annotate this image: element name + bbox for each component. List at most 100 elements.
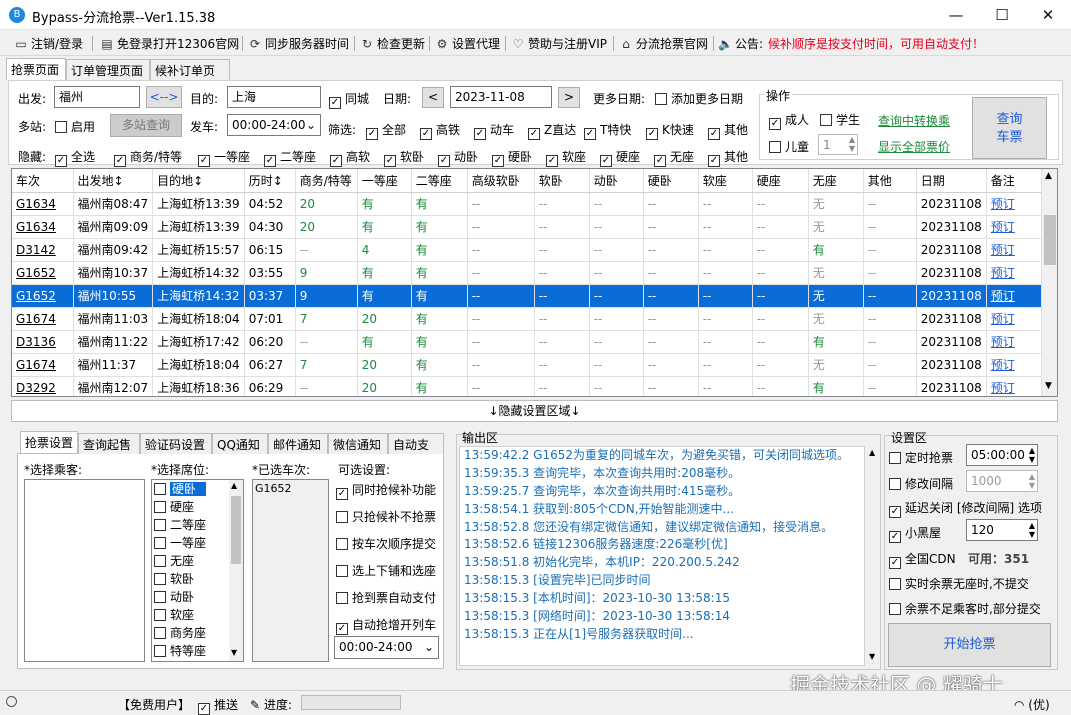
seat-list[interactable]: 硬卧 硬座 二等座 一等座 无座 软卧 动卧 软座 商务座 特等座 ▲ ▼	[151, 479, 244, 662]
hide-motor-sleeper-checkbox[interactable]: ✓ 动卧	[438, 148, 478, 167]
menu-login[interactable]: ▭ 注销/登录	[14, 35, 83, 52]
train-number-link[interactable]: G1652	[12, 284, 74, 308]
filter-other-checkbox[interactable]: ✓ 其他	[708, 121, 748, 140]
hide-standing-checkbox[interactable]: ✓ 无座	[654, 148, 694, 167]
table-row[interactable]: G1674 福州11:37 上海虹桥18:04 06:27 7 20 有 -- -- -- -- --…	[12, 353, 1045, 377]
filter-dongche-checkbox[interactable]: ✓ 动车	[474, 121, 514, 140]
book-link[interactable]: 预订	[986, 284, 1045, 308]
close-button[interactable]: ✕	[1025, 0, 1071, 30]
book-link[interactable]: 预订	[986, 238, 1045, 262]
column-header[interactable]: 一等座	[357, 169, 412, 193]
hide-hard-seat-checkbox[interactable]: ✓ 硬座	[600, 148, 640, 167]
scroll-thumb[interactable]	[1044, 215, 1056, 265]
book-link[interactable]: 预订	[986, 261, 1045, 285]
tab-orders[interactable]: 订单管理页面	[66, 59, 150, 80]
maximize-button[interactable]: ☐	[979, 0, 1025, 30]
scroll-thumb[interactable]	[231, 496, 241, 564]
filter-z-checkbox[interactable]: ✓ Z直达	[528, 121, 576, 140]
scroll-down-icon[interactable]: ▼	[1045, 381, 1052, 391]
train-number-link[interactable]: D3142	[12, 238, 74, 262]
next-date-button[interactable]: >	[558, 87, 580, 108]
selected-train-list[interactable]: G1652	[252, 479, 329, 662]
table-row[interactable]: G1652 福州10:55 上海虹桥14:32 03:37 9 有有 -- -- -- -- -- -…	[12, 284, 1045, 308]
column-header[interactable]: 其他	[863, 169, 917, 193]
scroll-up-icon[interactable]: ▲	[231, 481, 237, 490]
column-header[interactable]: 动卧	[589, 169, 644, 193]
option-checkbox[interactable]: ✓ 自动抢增开列车	[336, 616, 436, 635]
menu-check-update[interactable]: ↻ 检查更新	[360, 35, 425, 52]
child-checkbox[interactable]: 儿童	[769, 138, 809, 155]
from-input[interactable]: 福州	[54, 86, 140, 108]
auto-extra-time-select[interactable]: 00:00-24:00 ⌄	[334, 636, 439, 659]
column-header[interactable]: 软卧	[534, 169, 590, 193]
swap-button[interactable]: <-->	[146, 86, 182, 108]
table-row[interactable]: G1634 福州南08:47 上海虹桥13:39 04:52 20 有有 -- -- -- -- -…	[12, 192, 1045, 216]
hidden-settings-toggle[interactable]: ↓隐藏设置区域↓	[11, 400, 1058, 422]
tab-qq[interactable]: QQ通知	[212, 433, 268, 454]
hide-soft-seat-checkbox[interactable]: ✓ 软座	[546, 148, 586, 167]
tab-auto-pay[interactable]: 自动支付	[388, 433, 444, 469]
depart-time-select[interactable]: 00:00-24:00 ⌄	[227, 114, 321, 136]
menu-sponsor-vip[interactable]: ♡ 赞助与注册VIP	[511, 35, 607, 52]
column-header[interactable]: 软座	[698, 169, 753, 193]
option-checkbox[interactable]: ✓ 同时抢候补功能	[336, 481, 436, 500]
hide-second-class-checkbox[interactable]: ✓ 二等座	[264, 148, 316, 167]
query-tickets-button[interactable]: 查询 车票	[972, 97, 1047, 159]
column-header[interactable]: 车次	[12, 169, 74, 193]
column-header[interactable]: 出发地↕	[73, 169, 154, 193]
tab-email[interactable]: 邮件通知	[268, 433, 328, 454]
student-checkbox[interactable]: 学生	[820, 111, 860, 128]
column-header[interactable]: 目的地↕	[152, 169, 245, 193]
column-header[interactable]: 日期	[916, 169, 987, 193]
menu-proxy[interactable]: ⚙ 设置代理	[435, 35, 500, 52]
scroll-up-icon[interactable]: ▲	[869, 448, 875, 457]
hide-business-checkbox[interactable]: ✓ 商务/特等	[114, 148, 182, 167]
show-all-prices-link[interactable]: 显示全部票价	[878, 138, 950, 155]
hide-soft-sleeper-checkbox[interactable]: ✓ 软卧	[384, 148, 424, 167]
tab-ticket-settings[interactable]: 抢票设置	[20, 431, 78, 453]
interval-input[interactable]: 1000 ▲ ▼	[966, 470, 1038, 492]
train-number-link[interactable]: D3136	[12, 330, 74, 354]
prev-date-button[interactable]: <	[422, 87, 444, 108]
output-log[interactable]: 13:59:42.2 G1652为重复的同城车次，为避免买错，可关闭同城选项。 1…	[459, 446, 865, 666]
tab-query-sale[interactable]: 查询起售	[78, 433, 140, 454]
train-number-link[interactable]: D3292	[12, 376, 74, 396]
tab-ticket[interactable]: 抢票页面	[6, 58, 66, 80]
timed-grab-time-input[interactable]: 05:00:00 ▲ ▼	[966, 444, 1038, 466]
option-checkbox[interactable]: 抢到票自动支付	[336, 589, 436, 606]
hide-high-soft-checkbox[interactable]: ✓ 高软	[330, 148, 370, 167]
book-link[interactable]: 预订	[986, 192, 1045, 216]
option-checkbox[interactable]: 按车次顺序提交	[336, 535, 436, 552]
table-row[interactable]: D3136 福州南11:22 上海虹桥17:42 06:20 -- 有有 -- -- -- -- -…	[12, 330, 1045, 354]
column-header[interactable]: 二等座	[411, 169, 468, 193]
blacklist-checkbox[interactable]: ✓ 小黑屋	[889, 524, 941, 543]
push-checkbox[interactable]: ✓ 推送	[198, 696, 238, 715]
train-number-link[interactable]: G1634	[12, 215, 74, 239]
book-link[interactable]: 预订	[986, 330, 1045, 354]
delay-close-checkbox[interactable]: ✓ 延迟关闭 [修改间隔] 选项	[889, 499, 1042, 518]
book-link[interactable]: 预订	[986, 376, 1045, 396]
filter-all-checkbox[interactable]: ✓ 全部	[366, 121, 406, 140]
table-row[interactable]: D3292 福州南12:07 上海虹桥18:36 06:29 -- 20 有 -- -- -- --…	[12, 376, 1045, 396]
option-checkbox[interactable]: 选上下铺和选座	[336, 562, 436, 579]
minimize-button[interactable]: —	[933, 0, 979, 30]
partial-submit-checkbox[interactable]: 余票不足乘客时,部分提交	[889, 600, 1041, 617]
column-header[interactable]: 高级软卧	[467, 169, 535, 193]
hide-all-checkbox[interactable]: ✓ 全选	[55, 148, 95, 167]
scroll-up-icon[interactable]: ▲	[1045, 171, 1052, 181]
multi-station-enable-checkbox[interactable]: 启用	[55, 118, 95, 135]
national-cdn-checkbox[interactable]: ✓ 全国CDN	[889, 550, 956, 569]
list-item[interactable]: G1652	[253, 480, 328, 498]
hide-hard-sleeper-checkbox[interactable]: ✓ 硬卧	[492, 148, 532, 167]
table-scrollbar[interactable]: ▲ ▼	[1041, 169, 1057, 396]
timed-grab-checkbox[interactable]: 定时抢票	[889, 449, 953, 466]
to-input[interactable]: 上海	[227, 86, 321, 108]
column-header[interactable]: 历时↕	[244, 169, 296, 193]
adult-checkbox[interactable]: ✓ 成人	[769, 111, 809, 130]
start-grab-button[interactable]: 开始抢票	[888, 623, 1051, 667]
book-link[interactable]: 预订	[986, 215, 1045, 239]
filter-k-checkbox[interactable]: ✓ K快速	[646, 121, 694, 140]
table-row[interactable]: D3142 福州南09:42 上海虹桥15:57 06:15 -- 4 有 -- -- -- -- -…	[12, 238, 1045, 262]
add-more-dates-checkbox[interactable]: 添加更多日期	[655, 90, 743, 107]
multi-station-query-button[interactable]: 多站查询	[110, 114, 182, 137]
